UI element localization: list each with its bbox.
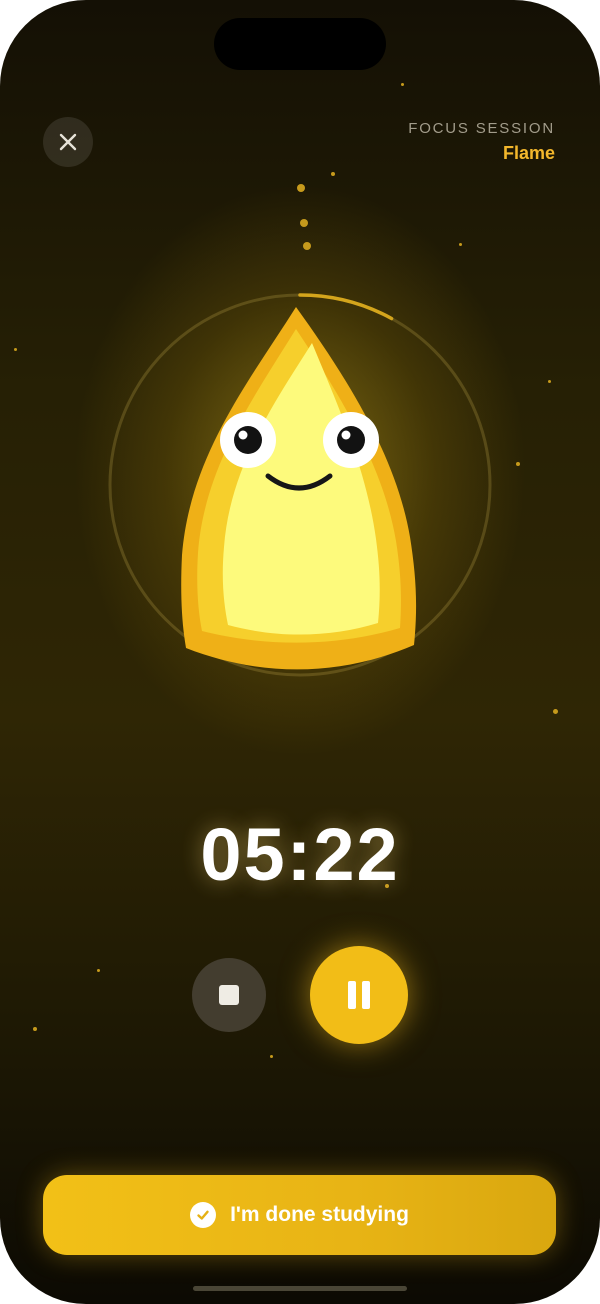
particle (33, 1027, 37, 1031)
particle (14, 348, 17, 351)
flame-mascot (108, 293, 492, 677)
home-indicator[interactable] (193, 1286, 407, 1291)
app-screen: FOCUS SESSION Flame 05:22 I'm done study… (0, 0, 600, 1304)
pause-button[interactable] (310, 946, 408, 1044)
left-pupil (234, 426, 262, 454)
particle (97, 969, 100, 972)
stop-icon (219, 985, 239, 1005)
particle (270, 1055, 273, 1058)
pause-icon (348, 981, 370, 1009)
session-header: FOCUS SESSION Flame (408, 120, 555, 164)
particle (303, 242, 311, 250)
session-name: Flame (502, 143, 555, 163)
right-eye-highlight (341, 430, 351, 440)
particle (401, 83, 404, 86)
stop-button[interactable] (192, 958, 266, 1032)
session-label: FOCUS SESSION (408, 120, 555, 137)
particle (300, 219, 308, 227)
particle (459, 243, 462, 246)
particle (548, 380, 551, 383)
close-icon (59, 133, 77, 151)
done-studying-label: I'm done studying (230, 1203, 409, 1226)
particle (553, 709, 558, 714)
close-button[interactable] (43, 117, 93, 167)
particle (297, 184, 305, 192)
particle (516, 462, 520, 466)
dynamic-island (214, 18, 386, 70)
timer-display: 05:22 (200, 813, 400, 896)
done-studying-button[interactable]: I'm done studying (43, 1175, 556, 1255)
particle (331, 172, 335, 176)
check-icon (190, 1202, 217, 1228)
left-eye-highlight (238, 430, 248, 440)
right-pupil (337, 426, 365, 454)
